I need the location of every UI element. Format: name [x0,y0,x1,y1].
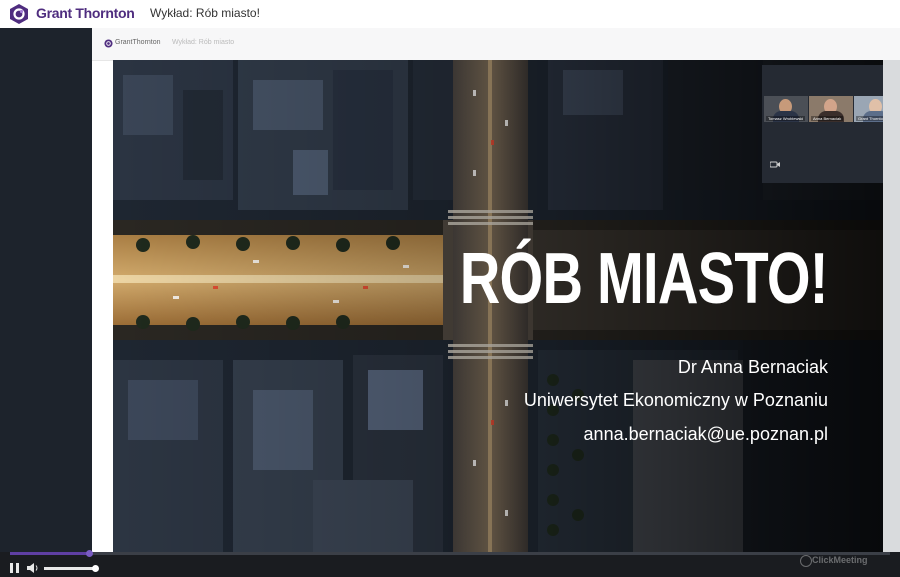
top-header: Grant Thornton Wykład: Rób miasto! [0,0,900,28]
camera-icon[interactable] [770,161,780,168]
brand-name: Grant Thornton [36,5,135,21]
volume-fill [44,567,96,570]
participant-name: Anna Bernaciak [811,116,844,121]
page-title: Wykład: Rób miasto! [150,6,260,20]
right-scroll-strip [883,60,900,552]
inner-brand: GrantThornton [115,39,161,46]
pause-icon[interactable] [10,563,19,573]
speaker-affiliation: Uniwersytet Ekonomiczny w Poznaniu [523,390,828,410]
volume-slider[interactable] [44,565,99,572]
video-player-controls: ClickMeeting [0,550,900,577]
watermark: ClickMeeting [812,555,868,565]
participant-video[interactable]: Tomasz Wroblewski [764,96,808,122]
slide-headline: RÓB MIASTO! [460,239,829,319]
speaker-email: anna.bernaciak@ue.poznan.pl [583,424,828,444]
progress-bar[interactable] [10,550,890,557]
participant-video[interactable]: Anna Bernaciak [809,96,853,122]
inner-window-bar: GrantThornton Wykład: Rób miasto [92,28,900,61]
speaker-name: Dr Anna Bernaciak [677,357,828,377]
participants-panel: Tomasz Wroblewski Anna Bernaciak Grant T… [762,65,900,183]
grant-thornton-logo-icon [10,4,28,24]
progress-handle[interactable] [86,550,94,557]
volume-handle[interactable] [92,565,99,572]
progress-fill [10,552,90,555]
left-panel [0,28,92,552]
inner-title: Wykład: Rób miasto [172,39,235,46]
participant-name: Tomasz Wroblewski [766,116,806,121]
volume-icon[interactable] [27,563,39,573]
watermark-logo-icon [800,555,812,567]
inner-logo-icon [104,39,113,48]
